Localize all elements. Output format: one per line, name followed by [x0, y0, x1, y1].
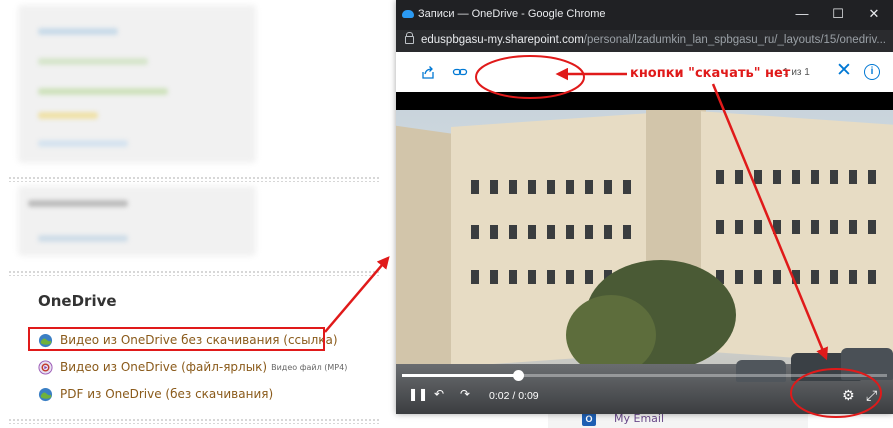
close-viewer-icon[interactable]: ✕ [836, 61, 852, 81]
close-window-button[interactable]: ✕ [863, 4, 885, 24]
section-separator [8, 418, 380, 424]
fullscreen-icon[interactable]: ⤢ [866, 387, 877, 404]
annotation-label: кнопки "скачать" нет [630, 66, 791, 81]
blurred-item [38, 235, 128, 242]
blurred-item [38, 58, 148, 65]
settings-gear-icon[interactable]: ⚙ [842, 387, 855, 404]
video-frame [396, 110, 893, 414]
video-file-icon [38, 359, 53, 375]
address-bar[interactable]: eduspbgasu-my.sharepoint.com/personal/lz… [396, 30, 893, 52]
blurred-item [28, 200, 128, 207]
link-icon[interactable] [452, 64, 468, 80]
window-titlebar: Записи — OneDrive - Google Chrome — ☐ ✕ [396, 0, 893, 30]
forward-10-icon[interactable]: ↷ [460, 387, 470, 401]
progress-fill [402, 374, 518, 377]
url-path: /personal/lzadumkin_lan_spbgasu_ru/_layo… [583, 34, 886, 46]
onedrive-globe-icon [38, 387, 53, 401]
chrome-window: Записи — OneDrive - Google Chrome — ☐ ✕ … [396, 0, 893, 414]
maximize-button[interactable]: ☐ [827, 4, 849, 24]
time-display: 0:02 / 0:09 [489, 390, 539, 402]
section-separator [8, 270, 380, 276]
blurred-item [38, 140, 128, 147]
resource-subtitle: Видео файл (MP4) [271, 362, 348, 372]
blurred-item [38, 28, 118, 35]
blurred-item [38, 88, 168, 95]
url-text[interactable]: eduspbgasu-my.sharepoint.com/personal/lz… [421, 34, 886, 46]
onedrive-cloud-icon [402, 10, 414, 18]
section-separator [8, 176, 380, 182]
blurred-block [18, 186, 256, 256]
blurred-item [38, 112, 98, 119]
minimize-button[interactable]: — [791, 4, 813, 24]
pause-button[interactable]: ❚❚ [408, 387, 428, 401]
outlook-icon: O [582, 412, 596, 426]
info-icon[interactable]: i [864, 64, 880, 80]
resource-label[interactable]: Видео из OneDrive (файл-ярлык) [60, 360, 267, 374]
share-icon[interactable] [420, 64, 436, 80]
section-title-onedrive: OneDrive [38, 292, 117, 310]
lock-icon [405, 32, 414, 44]
url-host: eduspbgasu-my.sharepoint.com [421, 34, 584, 46]
rewind-10-icon[interactable]: ↶ [434, 387, 444, 401]
resource-video-file[interactable]: Видео из OneDrive (файл-ярлык) Видео фай… [38, 357, 347, 377]
video-player[interactable]: ❚❚ ↶ ↷ 0:02 / 0:09 ⚙ ⤢ [396, 92, 893, 414]
window-title: Записи — OneDrive - Google Chrome [418, 8, 606, 20]
resource-label[interactable]: PDF из OneDrive (без скачивания) [60, 387, 273, 401]
resource-pdf-link[interactable]: PDF из OneDrive (без скачивания) [38, 384, 273, 404]
annotation-highlight-box [28, 327, 325, 351]
progress-thumb[interactable] [513, 370, 524, 381]
